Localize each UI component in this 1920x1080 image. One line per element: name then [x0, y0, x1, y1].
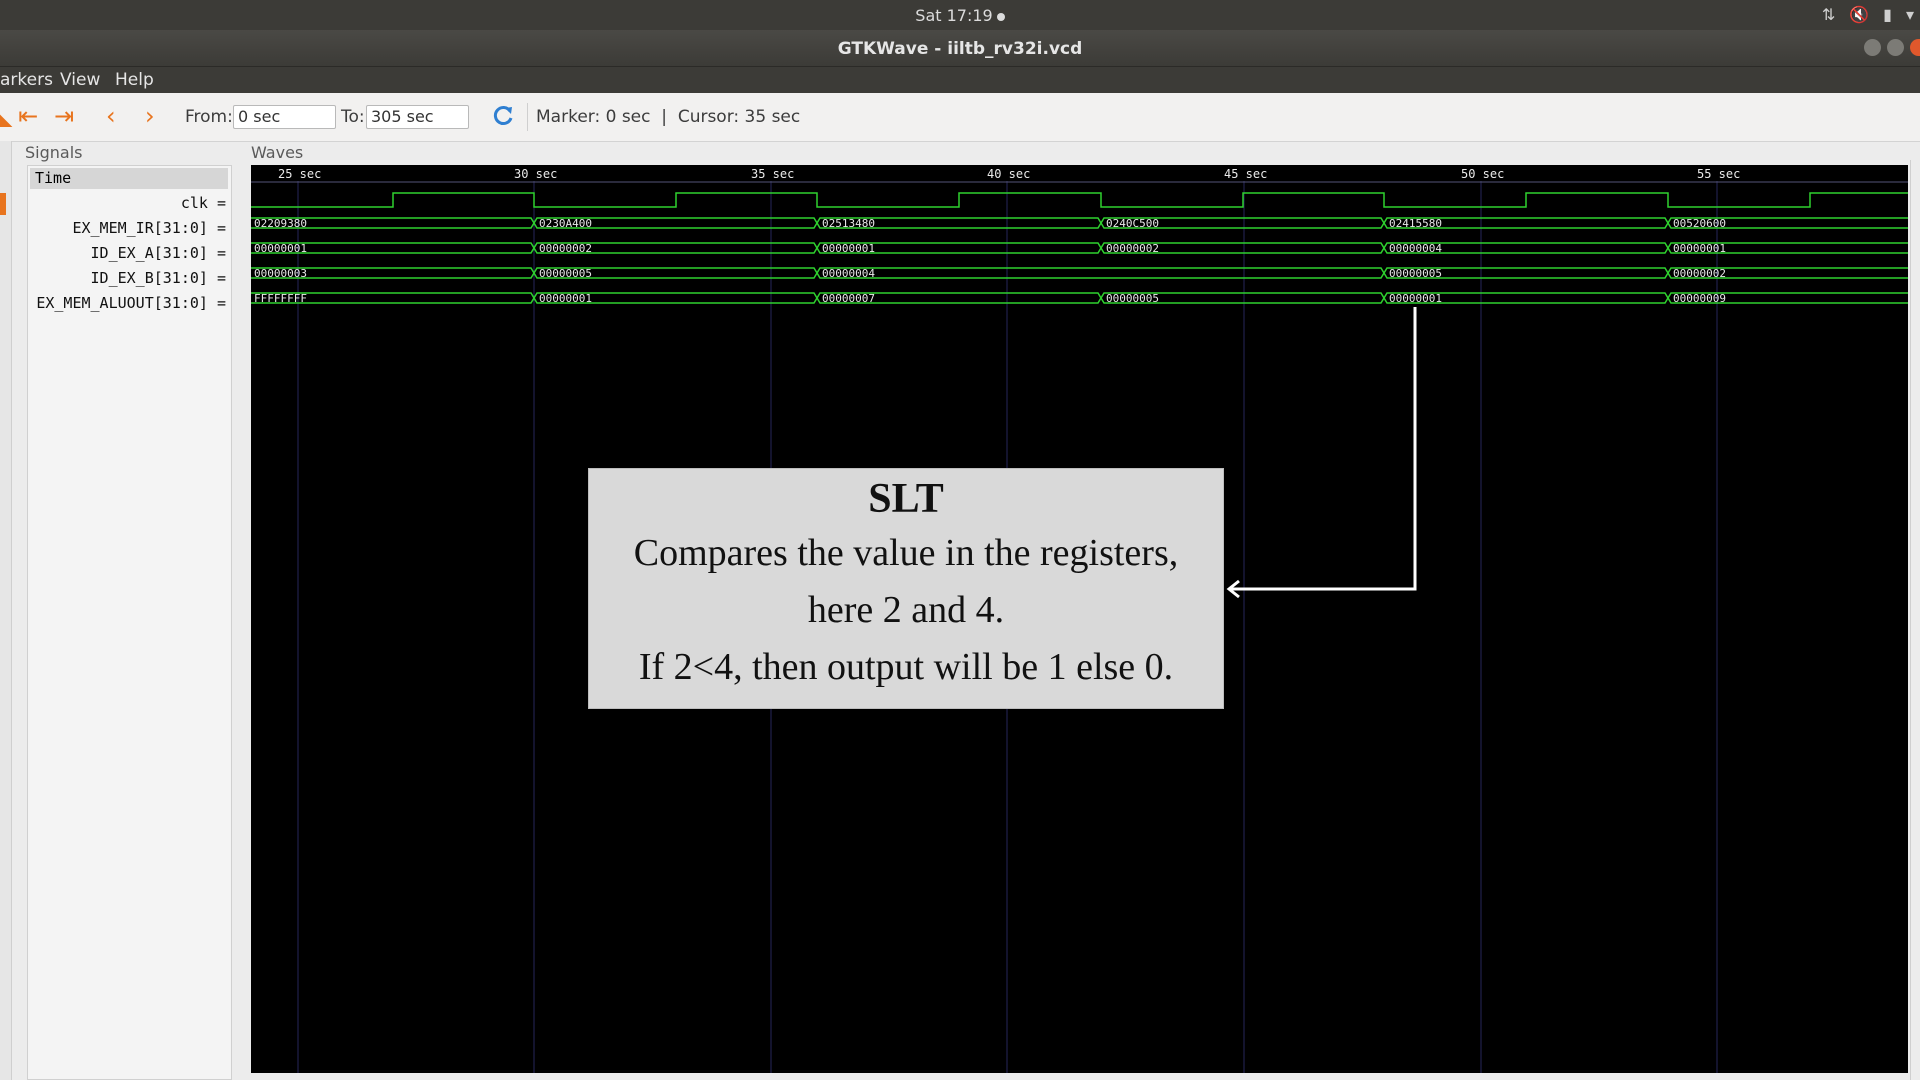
tray-menu-chevron-icon[interactable]: ▾ — [1906, 5, 1914, 24]
go-to-end-icon[interactable]: ⇥ — [54, 103, 74, 129]
signal-id-ex-a[interactable]: ID_EX_A[31:0] = — [91, 244, 226, 262]
menu-help[interactable]: Help — [115, 70, 154, 90]
id-ex-b-trace — [251, 267, 1908, 279]
page-right-icon[interactable]: › — [145, 103, 155, 129]
right-scrollbar[interactable] — [1910, 160, 1920, 1080]
from-label: From: — [185, 107, 233, 127]
annotation-arrow — [1226, 307, 1417, 599]
window-controls — [1864, 39, 1920, 56]
bus-value: 02415580 — [1389, 217, 1442, 230]
network-icon[interactable]: ⇅ — [1822, 5, 1835, 24]
bus-value: 00000005 — [1106, 292, 1159, 305]
annotation-line: here 2 and 4. — [807, 589, 1005, 631]
bus-value: 00000001 — [1673, 242, 1726, 255]
toolbar-separator — [527, 103, 528, 131]
volume-muted-icon[interactable]: 🔇 — [1849, 5, 1869, 24]
bus-value: 00000005 — [1389, 267, 1442, 280]
reload-icon[interactable] — [490, 103, 516, 129]
selection-indicator — [0, 193, 6, 215]
system-top-bar: Sat 17:19 ⇅ 🔇 ▮ ▾ — [0, 0, 1920, 30]
bus-value: 0240C500 — [1106, 217, 1159, 230]
close-button[interactable] — [1910, 39, 1920, 56]
signals-list: Time clk = EX_MEM_IR[31:0] = ID_EX_A[31:… — [27, 165, 232, 1080]
annotation-line: Compares the value in the registers, — [633, 532, 1179, 574]
bus-value: 00000002 — [1106, 242, 1159, 255]
signals-panel: Signals Time clk = EX_MEM_IR[31:0] = ID_… — [25, 141, 232, 1080]
bus-value: 00000001 — [539, 292, 592, 305]
window-title: GTKWave - iiltb_rv32i.vcd — [837, 39, 1083, 59]
ex-mem-ir-trace — [251, 217, 1908, 229]
to-input[interactable]: 305 sec — [366, 105, 469, 129]
battery-icon[interactable]: ▮ — [1883, 5, 1892, 24]
system-clock[interactable]: Sat 17:19 — [0, 6, 1920, 25]
annotation-title: SLT — [868, 476, 944, 522]
signals-title: Signals — [25, 143, 83, 162]
bus-value: 00000001 — [1389, 292, 1442, 305]
from-input[interactable]: 0 sec — [233, 105, 336, 129]
maximize-button[interactable] — [1887, 39, 1904, 56]
ex-mem-aluout-trace — [251, 292, 1908, 304]
bus-value: 00520600 — [1673, 217, 1726, 230]
marker-cursor-status: Marker: 0 sec | Cursor: 35 sec — [536, 107, 801, 127]
id-ex-a-trace — [251, 242, 1908, 254]
bus-value: 00000005 — [539, 267, 592, 280]
bus-value: 00000003 — [254, 267, 307, 280]
left-edge-panel — [0, 141, 12, 1080]
go-to-start-icon[interactable]: ⇤ — [18, 103, 38, 129]
bus-value: 00000001 — [822, 242, 875, 255]
bus-value: 00000009 — [1673, 292, 1726, 305]
bus-value: 0230A400 — [539, 217, 592, 230]
minimize-button[interactable] — [1864, 39, 1881, 56]
bus-value: 00000004 — [822, 267, 875, 280]
bus-value: 00000004 — [1389, 242, 1442, 255]
menu-view[interactable]: View — [60, 70, 100, 90]
menu-markers[interactable]: arkers — [0, 70, 53, 90]
bus-value: 00000002 — [539, 242, 592, 255]
bus-value: 00000001 — [254, 242, 307, 255]
window-title-bar: GTKWave - iiltb_rv32i.vcd — [0, 30, 1920, 67]
clock-text: Sat 17:19 — [915, 6, 993, 25]
bus-value: FFFFFFFF — [254, 292, 307, 305]
notification-dot-icon — [996, 12, 1005, 21]
signal-ex-mem-aluout[interactable]: EX_MEM_ALUOUT[31:0] = — [36, 294, 226, 312]
menu-bar: arkers View Help — [0, 67, 1920, 93]
waves-title: Waves — [251, 143, 304, 162]
to-label: To: — [341, 107, 365, 127]
bus-value: 00000007 — [822, 292, 875, 305]
page-left-icon[interactable]: ‹ — [106, 103, 116, 129]
time-header[interactable]: Time — [30, 168, 228, 189]
signal-id-ex-b[interactable]: ID_EX_B[31:0] = — [91, 269, 226, 287]
slt-annotation-box: SLT Compares the value in the registers,… — [588, 468, 1224, 709]
bus-value: 00000002 — [1673, 267, 1726, 280]
signal-clk[interactable]: clk = — [181, 194, 226, 212]
system-tray[interactable]: ⇅ 🔇 ▮ ▾ — [1822, 5, 1914, 24]
clk-waveform — [251, 192, 1908, 208]
bus-value: 02513480 — [822, 217, 875, 230]
bus-value: 02209380 — [254, 217, 307, 230]
zoom-fit-icon[interactable]: ◣ — [0, 103, 12, 129]
annotation-line: If 2<4, then output will be 1 else 0. — [638, 646, 1174, 688]
signal-ex-mem-ir[interactable]: EX_MEM_IR[31:0] = — [72, 219, 226, 237]
toolbar: ◣ ⇤ ⇥ ‹ › From: 0 sec To: 305 sec Marker… — [0, 93, 1920, 142]
